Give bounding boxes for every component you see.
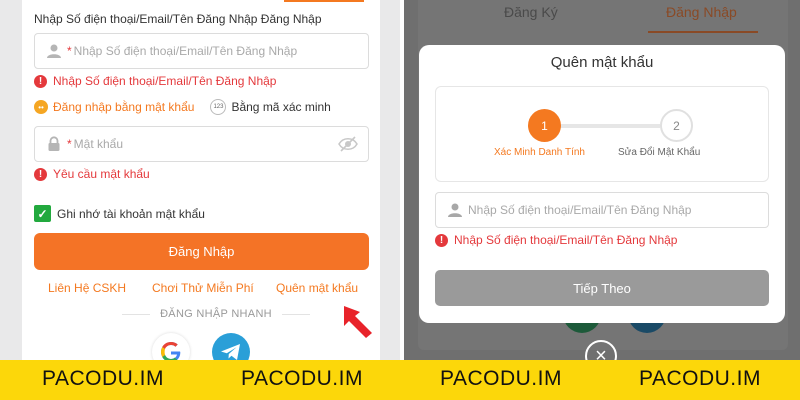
- error-icon: !: [435, 233, 448, 247]
- recovery-error-text: Nhập Số điện thoại/Email/Tên Đăng Nhập: [454, 233, 678, 247]
- user-icon: [47, 44, 61, 58]
- remember-me[interactable]: ✓ Ghi nhớ tài khoản mật khẩu: [34, 205, 205, 222]
- user-icon: [448, 203, 462, 217]
- password-error-text: Yêu cầu mật khẩu: [53, 167, 150, 181]
- eye-off-icon[interactable]: [338, 135, 358, 153]
- login-panel: Nhập Số điện thoại/Email/Tên Đăng Nhập Đ…: [0, 0, 400, 360]
- next-button[interactable]: Tiếp Theo: [435, 270, 769, 306]
- username-error: ! Nhập Số điện thoại/Email/Tên Đăng Nhập: [34, 74, 276, 88]
- steps-indicator: 1 2 Xác Minh Danh Tính Sửa Đổi Mật Khẩu: [435, 86, 769, 182]
- password-placeholder: * Mật khẩu: [67, 137, 124, 151]
- step-1-circle: 1: [528, 109, 561, 142]
- remember-me-label: Ghi nhớ tài khoản mật khẩu: [57, 206, 205, 221]
- username-error-text: Nhập Số điện thoại/Email/Tên Đăng Nhập: [53, 74, 277, 88]
- forgot-password-modal: Quên mật khẩu 1 2 Xác Minh Danh Tính Sửa…: [419, 45, 785, 323]
- lock-icon: [48, 136, 60, 151]
- recovery-input-placeholder: Nhập Số điện thoại/Email/Tên Đăng Nhập: [468, 203, 692, 217]
- google-login-button[interactable]: [152, 333, 190, 360]
- username-placeholder: * Nhập Số điện thoại/Email/Tên Đăng Nhập: [67, 44, 298, 58]
- login-mode-switch: •• Đăng nhập bằng mật khẩu 123 Bằng mã x…: [34, 99, 331, 115]
- support-link[interactable]: Liên Hệ CSKH: [48, 281, 126, 295]
- password-mode-option[interactable]: Đăng nhập bằng mật khẩu: [53, 100, 194, 114]
- tab-register[interactable]: Đăng Ký: [504, 4, 558, 20]
- forgot-password-panel: Đăng Ký Đăng Nhập Quên mật khẩu 1 2 Xác …: [404, 0, 800, 360]
- watermark-text: PACODU.IM: [42, 367, 164, 390]
- watermark-text: PACODU.IM: [440, 367, 562, 390]
- password-mode-icon[interactable]: ••: [34, 100, 48, 114]
- step-1-label: Xác Minh Danh Tính: [494, 147, 585, 158]
- password-error: ! Yêu cầu mật khẩu: [34, 167, 150, 181]
- modal-title: Quên mật khẩu: [550, 54, 654, 71]
- code-mode-option[interactable]: Bằng mã xác minh: [231, 100, 330, 114]
- step-2-label: Sửa Đổi Mật Khẩu: [618, 147, 701, 158]
- recovery-input-error: ! Nhập Số điện thoại/Email/Tên Đăng Nhập: [435, 233, 677, 247]
- quick-login-label: ĐĂNG NHẬP NHANH: [160, 308, 272, 320]
- forgot-password-link[interactable]: Quên mật khẩu: [276, 281, 358, 295]
- code-mode-icon[interactable]: 123: [210, 99, 227, 115]
- recovery-account-input[interactable]: Nhập Số điện thoại/Email/Tên Đăng Nhập: [435, 192, 769, 228]
- free-trial-link[interactable]: Chơi Thử Miễn Phí: [152, 281, 254, 295]
- watermark-band: PACODU.IM PACODU.IM PACODU.IM PACODU.IM: [0, 360, 800, 400]
- telegram-icon: [221, 344, 240, 360]
- checkmark-icon[interactable]: ✓: [34, 205, 51, 222]
- active-tab-underline: [284, 0, 364, 2]
- error-icon: !: [34, 74, 47, 88]
- username-field-label: Nhập Số điện thoại/Email/Tên Đăng Nhập Đ…: [34, 12, 322, 26]
- step-2-circle: 2: [660, 109, 693, 142]
- google-icon: [161, 342, 181, 360]
- login-button[interactable]: Đăng Nhập: [34, 233, 369, 270]
- tab-login-underline: [648, 31, 758, 33]
- error-icon: !: [34, 167, 47, 181]
- username-input[interactable]: * Nhập Số điện thoại/Email/Tên Đăng Nhập: [34, 33, 369, 69]
- login-card: Nhập Số điện thoại/Email/Tên Đăng Nhập Đ…: [22, 0, 380, 360]
- step-connector: [560, 124, 660, 128]
- watermark-text: PACODU.IM: [241, 367, 363, 390]
- red-arrow-icon: [344, 306, 372, 338]
- divider-line: [122, 313, 151, 315]
- quick-login-divider: ĐĂNG NHẬP NHANH: [122, 308, 310, 320]
- watermark-text: PACODU.IM: [639, 367, 761, 390]
- telegram-login-button[interactable]: [212, 333, 250, 360]
- tab-login[interactable]: Đăng Nhập: [666, 4, 737, 20]
- password-input[interactable]: * Mật khẩu: [34, 126, 369, 162]
- divider-line: [281, 313, 310, 315]
